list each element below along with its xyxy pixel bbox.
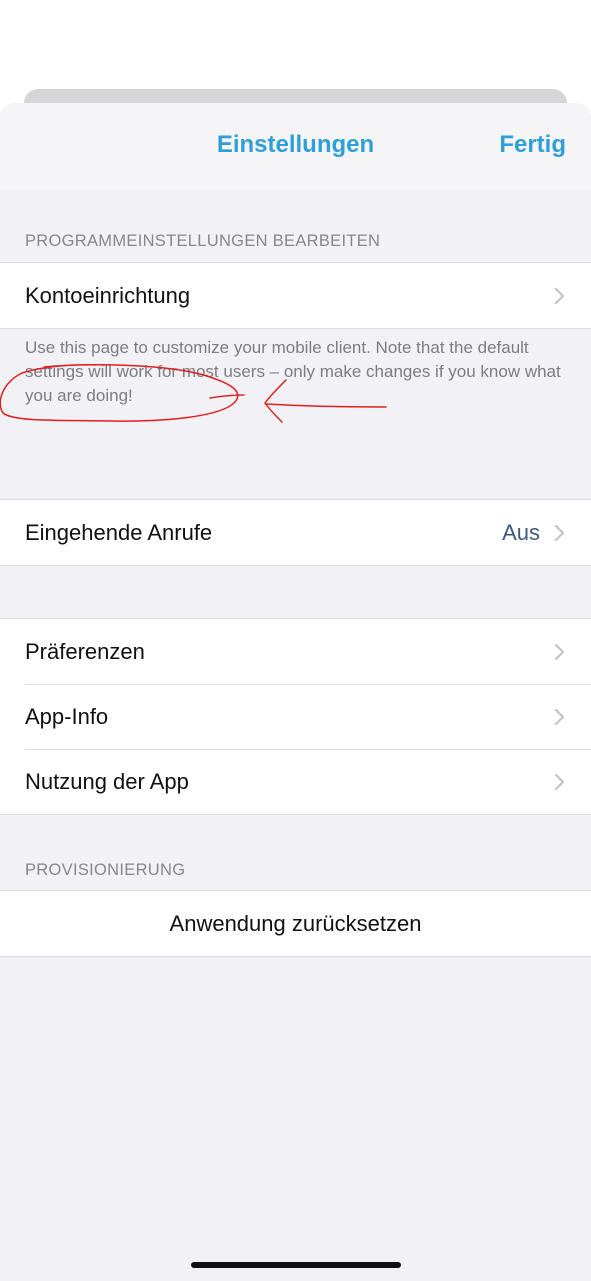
app-info-label: App-Info [25, 703, 109, 729]
account-setup-row[interactable]: Kontoeinrichtung [0, 263, 591, 328]
navigation-bar: Einstellungen Fertig [0, 103, 591, 189]
preferences-label: Präferenzen [25, 638, 145, 664]
group-program-settings: Kontoeinrichtung [0, 262, 591, 329]
app-usage-row[interactable]: Nutzung der App [0, 749, 591, 814]
chevron-right-icon [554, 708, 565, 726]
settings-sheet: Einstellungen Fertig PROGRAMMEINSTELLUNG… [0, 103, 591, 1281]
incoming-calls-value: Aus [502, 519, 540, 545]
incoming-calls-row[interactable]: Eingehende Anrufe Aus [0, 500, 591, 565]
chevron-right-icon [554, 643, 565, 661]
account-setup-label: Kontoeinrichtung [25, 282, 191, 308]
section-header-provisioning: PROVISIONIERUNG [25, 861, 186, 879]
home-indicator[interactable] [191, 1262, 401, 1268]
app-info-row[interactable]: App-Info [0, 684, 591, 749]
done-button[interactable]: Fertig [499, 131, 566, 159]
group-general: Präferenzen App-Info Nutzung der App [0, 618, 591, 815]
incoming-calls-label: Eingehende Anrufe [25, 519, 213, 545]
section-footer-text: Use this page to customize your mobile c… [25, 338, 561, 405]
reset-application-label: Anwendung zurücksetzen [169, 910, 422, 936]
chevron-right-icon [554, 524, 565, 542]
chevron-right-icon [554, 773, 565, 791]
section-header-program-settings: PROGRAMMEINSTELLUNGEN BEARBEITEN [25, 232, 381, 250]
reset-application-row[interactable]: Anwendung zurücksetzen [0, 891, 591, 956]
group-calls: Eingehende Anrufe Aus [0, 499, 591, 566]
chevron-right-icon [554, 287, 565, 305]
preferences-row[interactable]: Präferenzen [0, 619, 591, 684]
group-provisioning: Anwendung zurücksetzen [0, 890, 591, 957]
app-usage-label: Nutzung der App [25, 768, 189, 794]
